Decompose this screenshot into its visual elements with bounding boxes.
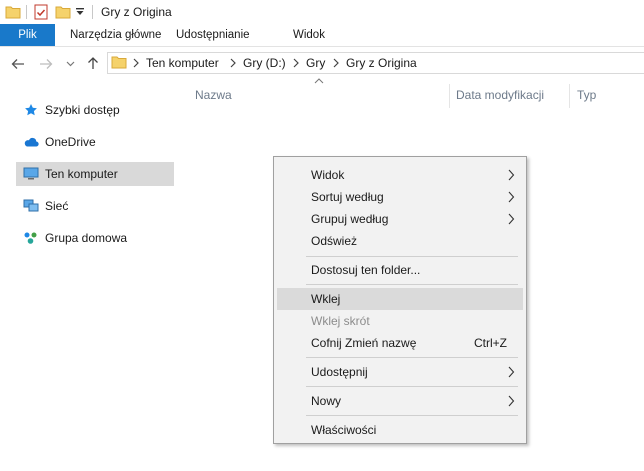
folder-icon bbox=[111, 55, 127, 72]
menu-item-label: Nowy bbox=[311, 394, 342, 408]
properties-check-icon[interactable] bbox=[32, 3, 50, 21]
customize-dropdown-icon[interactable] bbox=[74, 3, 86, 21]
homegroup-icon bbox=[23, 230, 39, 246]
menu-separator bbox=[306, 415, 518, 416]
menu-separator bbox=[306, 357, 518, 358]
breadcrumb-separator-icon[interactable] bbox=[228, 57, 238, 69]
tab-share[interactable]: Udostępnianie bbox=[176, 24, 250, 46]
toolbar-divider bbox=[92, 5, 93, 19]
submenu-arrow-icon bbox=[508, 366, 515, 378]
sidebar-item-this-pc[interactable]: Ten komputer bbox=[16, 162, 174, 186]
sidebar-item-onedrive[interactable]: OneDrive bbox=[16, 130, 174, 154]
breadcrumb-drive[interactable]: Gry (D:) bbox=[243, 56, 286, 70]
title-bar: Gry z Origina bbox=[0, 0, 644, 24]
menu-separator bbox=[306, 284, 518, 285]
column-divider[interactable] bbox=[569, 84, 570, 108]
menu-item-undo-rename[interactable]: Cofnij Zmień nazwę Ctrl+Z bbox=[277, 332, 523, 354]
menu-item-label: Cofnij Zmień nazwę bbox=[311, 336, 417, 350]
sidebar-item-label: Ten komputer bbox=[45, 167, 118, 181]
folder-icon[interactable] bbox=[4, 3, 22, 21]
ribbon-tabs: Plik Narzędzia główne Udostępnianie Wido… bbox=[0, 24, 644, 47]
sidebar-item-homegroup[interactable]: Grupa domowa bbox=[16, 226, 174, 250]
computer-icon bbox=[23, 166, 39, 182]
recent-locations-chevron-icon[interactable] bbox=[64, 55, 76, 73]
toolbar-divider bbox=[26, 5, 27, 19]
menu-item-view[interactable]: Widok bbox=[277, 164, 523, 186]
breadcrumb-current-folder[interactable]: Gry z Origina bbox=[346, 56, 417, 70]
sidebar-item-network[interactable]: Sieć bbox=[16, 194, 174, 218]
tab-view[interactable]: Widok bbox=[293, 24, 325, 46]
cloud-icon bbox=[23, 134, 39, 150]
submenu-arrow-icon bbox=[508, 213, 515, 225]
menu-item-customize-folder[interactable]: Dostosuj ten folder... bbox=[277, 259, 523, 281]
breadcrumb-separator-icon[interactable] bbox=[331, 57, 341, 69]
menu-item-label: Sortuj według bbox=[311, 190, 384, 204]
context-menu: Widok Sortuj według Grupuj według Odświe… bbox=[273, 156, 527, 444]
menu-item-label: Wklej bbox=[311, 292, 341, 306]
menu-item-label: Dostosuj ten folder... bbox=[311, 263, 421, 277]
network-icon bbox=[23, 198, 39, 214]
menu-item-label: Właściwości bbox=[311, 423, 377, 437]
menu-item-label: Widok bbox=[311, 168, 345, 182]
sidebar-item-quick-access[interactable]: Szybki dostęp bbox=[16, 98, 174, 122]
menu-separator bbox=[306, 256, 518, 257]
sidebar-item-label: Szybki dostęp bbox=[45, 103, 120, 117]
menu-item-refresh[interactable]: Odśwież bbox=[277, 230, 523, 252]
window-title: Gry z Origina bbox=[101, 5, 172, 19]
star-icon bbox=[23, 102, 39, 118]
submenu-arrow-icon bbox=[508, 169, 515, 181]
menu-item-label: Odśwież bbox=[311, 234, 358, 248]
column-header-date-modified[interactable]: Data modyfikacji bbox=[456, 88, 544, 102]
menu-item-properties[interactable]: Właściwości bbox=[277, 419, 523, 441]
back-button[interactable] bbox=[10, 55, 26, 73]
sidebar-item-label: Sieć bbox=[45, 199, 69, 213]
menu-item-label: Grupuj według bbox=[311, 212, 389, 226]
breadcrumb-separator-icon bbox=[133, 58, 139, 68]
sidebar-item-label: Grupa domowa bbox=[45, 231, 128, 245]
column-header-name[interactable]: Nazwa bbox=[195, 88, 232, 102]
new-folder-icon[interactable] bbox=[54, 3, 72, 21]
menu-item-label: Wklej skrót bbox=[311, 314, 370, 328]
tab-home[interactable]: Narzędzia główne bbox=[70, 24, 161, 46]
breadcrumb-separator-icon[interactable] bbox=[291, 57, 301, 69]
sort-ascending-icon bbox=[314, 78, 324, 84]
column-divider[interactable] bbox=[449, 84, 450, 108]
menu-item-shortcut: Ctrl+Z bbox=[474, 336, 507, 350]
sidebar-item-label: OneDrive bbox=[45, 135, 96, 149]
up-button[interactable] bbox=[85, 54, 101, 72]
menu-item-paste-shortcut: Wklej skrót bbox=[277, 310, 523, 332]
menu-item-sort-by[interactable]: Sortuj według bbox=[277, 186, 523, 208]
menu-item-group-by[interactable]: Grupuj według bbox=[277, 208, 523, 230]
menu-item-paste[interactable]: Wklej bbox=[277, 288, 523, 310]
breadcrumb-this-pc[interactable]: Ten komputer bbox=[146, 56, 219, 70]
tab-file[interactable]: Plik bbox=[0, 24, 55, 46]
menu-separator bbox=[306, 386, 518, 387]
menu-item-label: Udostępnij bbox=[311, 365, 368, 379]
column-header-type[interactable]: Typ bbox=[577, 88, 596, 102]
submenu-arrow-icon bbox=[508, 191, 515, 203]
submenu-arrow-icon bbox=[508, 395, 515, 407]
menu-item-share[interactable]: Udostępnij bbox=[277, 361, 523, 383]
menu-item-new[interactable]: Nowy bbox=[277, 390, 523, 412]
breadcrumb-games[interactable]: Gry bbox=[306, 56, 325, 70]
forward-button[interactable] bbox=[38, 55, 54, 73]
